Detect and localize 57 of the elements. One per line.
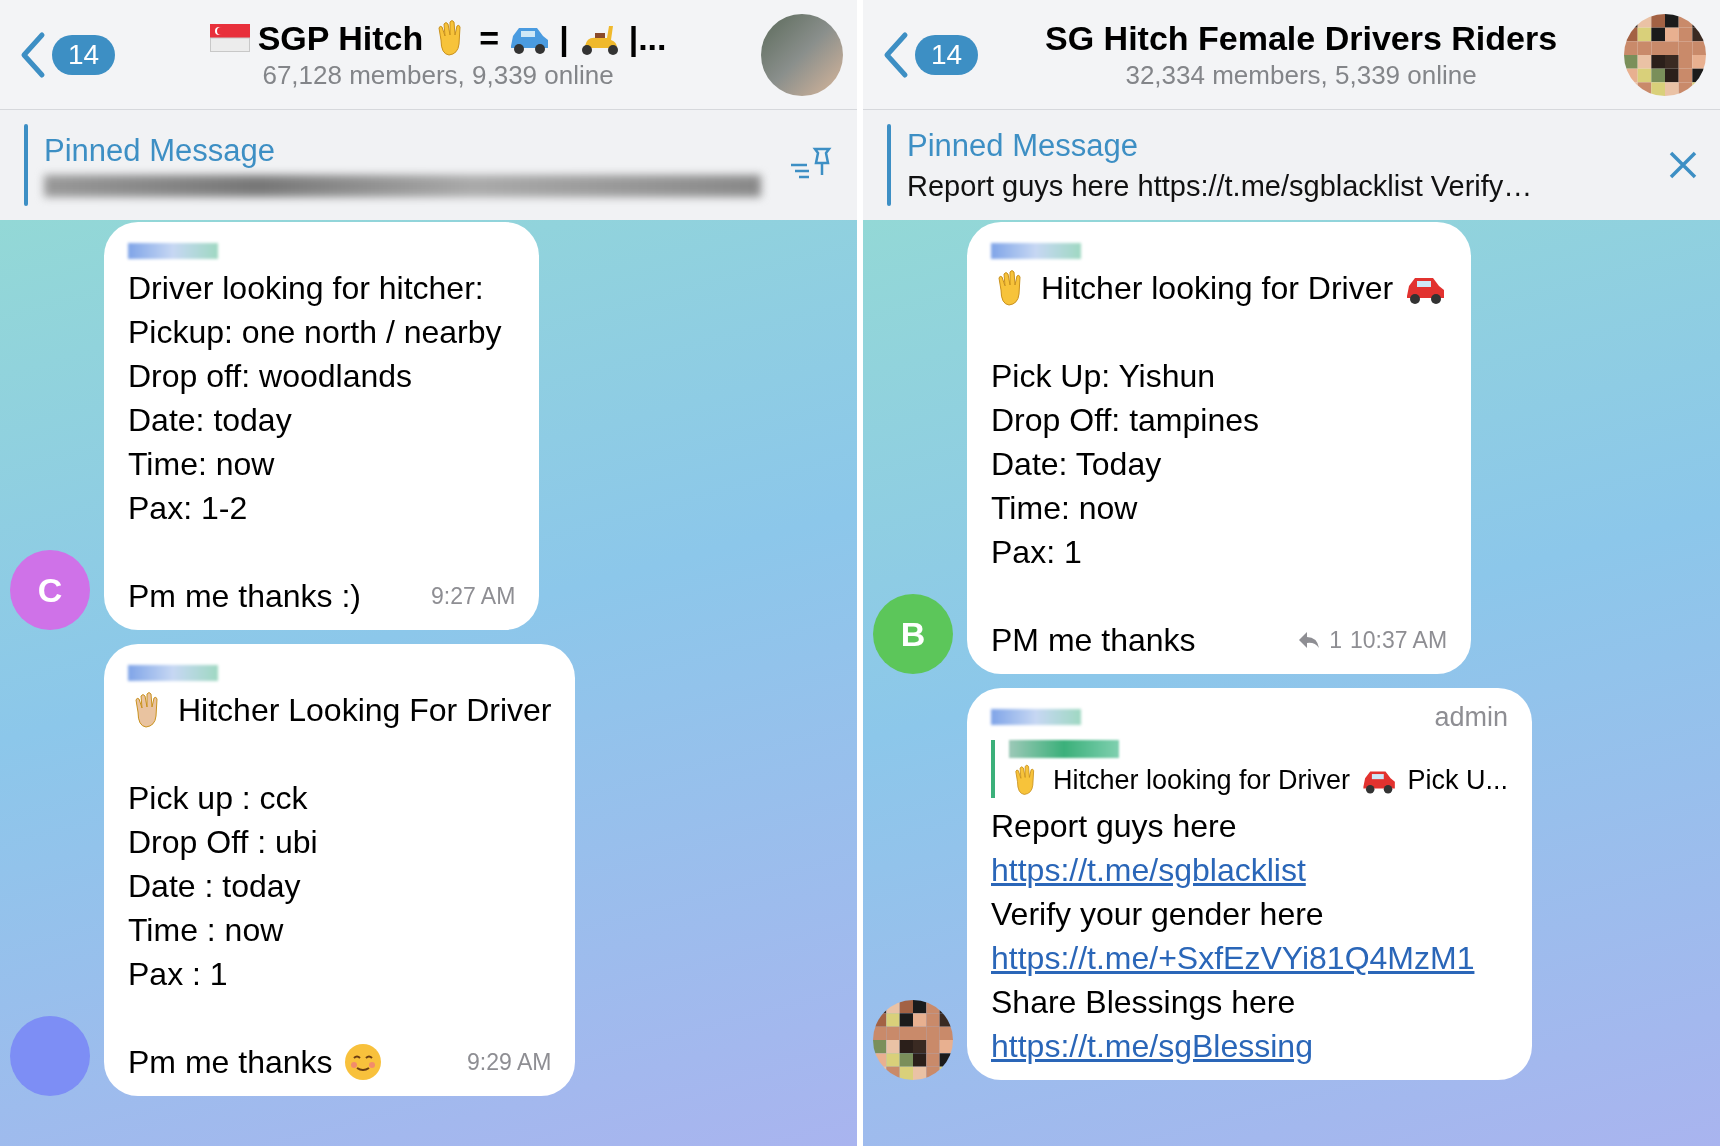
message-text: Date: Today [991, 445, 1162, 484]
message-link[interactable]: https://t.me/sgblacklist [991, 848, 1306, 892]
message-text: Pm me thanks :) [128, 577, 361, 616]
message-text: Hitcher Looking For Driver [178, 691, 552, 730]
message-text: Pick up : cck [128, 779, 308, 818]
message-text: Verify your gender here [991, 895, 1324, 934]
back-button[interactable]: 14 [18, 30, 116, 79]
member-count: 67,128 members, 9,339 online [262, 60, 614, 91]
message-text: Date : today [128, 867, 301, 906]
message-text: Pick Up: Yishun [991, 357, 1216, 396]
pinned-bar[interactable]: Pinned Message [0, 110, 857, 220]
message-time: 9:27 AM [430, 582, 516, 611]
chat-title: = [479, 18, 500, 58]
pinned-text: Report guys here https://t.me/sgblacklist Verify… [907, 169, 1534, 203]
message-link[interactable]: https://t.me/sgBlessing [991, 1024, 1313, 1068]
quote-text: Pick U... [1407, 764, 1508, 797]
unread-badge: 14 [52, 34, 116, 75]
message-text: Pax: 1 [991, 533, 1082, 572]
message-text: Drop Off : ubi [128, 823, 318, 862]
message-text: Driver looking for hitcher: [128, 269, 484, 308]
message-text: Pax: 1-2 [128, 489, 248, 528]
message-text: Hitcher looking for Driver [1041, 269, 1394, 308]
unread-badge: 14 [915, 34, 979, 75]
chat-title: |... [628, 18, 667, 58]
message-text: Drop Off: tampines [991, 401, 1259, 440]
message-link[interactable]: https://t.me/+SxfEzVYi81Q4MzM1 [991, 936, 1475, 980]
role-label: admin [1434, 701, 1508, 734]
message-time: 10:37 AM [1349, 626, 1448, 655]
message-text: Report guys here [991, 807, 1237, 846]
member-count: 32,334 members, 5,339 online [1125, 59, 1477, 91]
chat-title: SG Hitch Female Drivers Riders [1045, 18, 1558, 58]
message-text: Drop off: woodlands [128, 357, 413, 396]
pinned-label: Pinned Message [907, 127, 1139, 164]
back-button[interactable]: 14 [881, 30, 979, 79]
pinned-label: Pinned Message [44, 133, 276, 169]
close-button[interactable] [1668, 150, 1698, 180]
message-text: Pax : 1 [128, 955, 228, 994]
chat-title: SGP Hitch [257, 18, 424, 58]
message-text: Date: today [128, 401, 292, 440]
message-text: Share Blessings here [991, 983, 1296, 1022]
flag-icon [209, 24, 250, 52]
avatar[interactable]: C [10, 550, 90, 630]
pinned-bar[interactable]: Pinned Message Report guys here https://t.me/sgblacklist Verify… [863, 110, 1720, 220]
message-text: Time: now [128, 445, 275, 484]
message-text: Pickup: one north / nearby [128, 313, 502, 352]
close-icon [1668, 150, 1698, 180]
message-time: 9:29 AM [467, 1048, 552, 1077]
message-text: Time : now [128, 911, 284, 950]
reply-icon [1297, 630, 1322, 650]
chat-title: | [559, 18, 569, 58]
smiling-face-icon [342, 1042, 383, 1082]
quote-text: Hitcher looking for Driver [1053, 764, 1351, 797]
message-text: Time: now [991, 489, 1138, 528]
reply-count: 1 [1329, 626, 1342, 655]
message-text: Pm me thanks [128, 1043, 333, 1082]
message-text: PM me thanks [991, 621, 1196, 660]
reply-quote[interactable]: Hitcher looking for Driver Pick U... [991, 740, 1508, 798]
